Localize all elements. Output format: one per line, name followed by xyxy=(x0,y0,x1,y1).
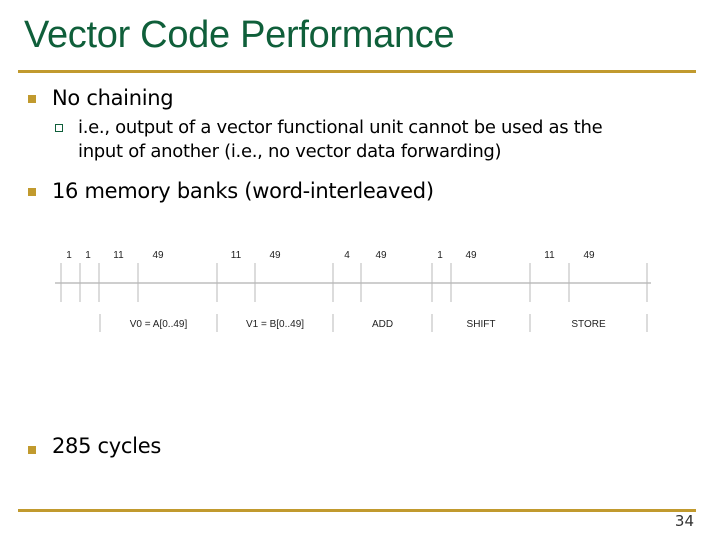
bullet-cycles: 285 cycles xyxy=(52,434,161,458)
operation-label: STORE xyxy=(571,319,606,330)
timeline-diagram: 1 1 11 49 11 49 4 49 1 49 11 49 V0 = A[0..49] V1 = B… xyxy=(55,250,651,332)
operation-label: SHIFT xyxy=(467,319,496,330)
segment-cycle-label: 49 xyxy=(465,250,477,261)
bullet-square-icon xyxy=(28,446,36,454)
segment-cycle-label: 49 xyxy=(152,250,164,261)
footer-divider xyxy=(18,509,696,512)
segment-cycle-label: 1 xyxy=(66,250,72,261)
page-number: 34 xyxy=(674,512,694,530)
bullet-no-chaining: No chaining xyxy=(52,86,174,110)
bullet-square-icon xyxy=(28,95,36,103)
operation-label: V1 = B[0..49] xyxy=(246,319,304,330)
sub-bullet-line-1: i.e., output of a vector functional unit… xyxy=(78,117,603,138)
bullet-memory-banks: 16 memory banks (word-interleaved) xyxy=(52,179,434,203)
segment-cycle-label: 49 xyxy=(583,250,595,261)
segment-cycle-label: 11 xyxy=(113,250,124,261)
sub-bullet-line-2: input of another (i.e., no vector data f… xyxy=(78,141,502,162)
segment-cycle-label: 49 xyxy=(375,250,387,261)
slide-title: Vector Code Performance xyxy=(24,14,455,56)
bullet-square-icon xyxy=(28,188,36,196)
operation-label: V0 = A[0..49] xyxy=(130,319,188,330)
segment-cycle-label: 1 xyxy=(437,250,443,261)
title-divider xyxy=(18,70,696,73)
sub-bullet-hollow-square-icon xyxy=(55,124,63,132)
segment-cycle-label: 11 xyxy=(231,250,242,261)
operation-label: ADD xyxy=(372,319,393,330)
segment-cycle-label: 11 xyxy=(544,250,555,261)
segment-cycle-label: 4 xyxy=(344,250,350,261)
segment-cycle-label: 49 xyxy=(269,250,281,261)
segment-cycle-label: 1 xyxy=(85,250,91,261)
